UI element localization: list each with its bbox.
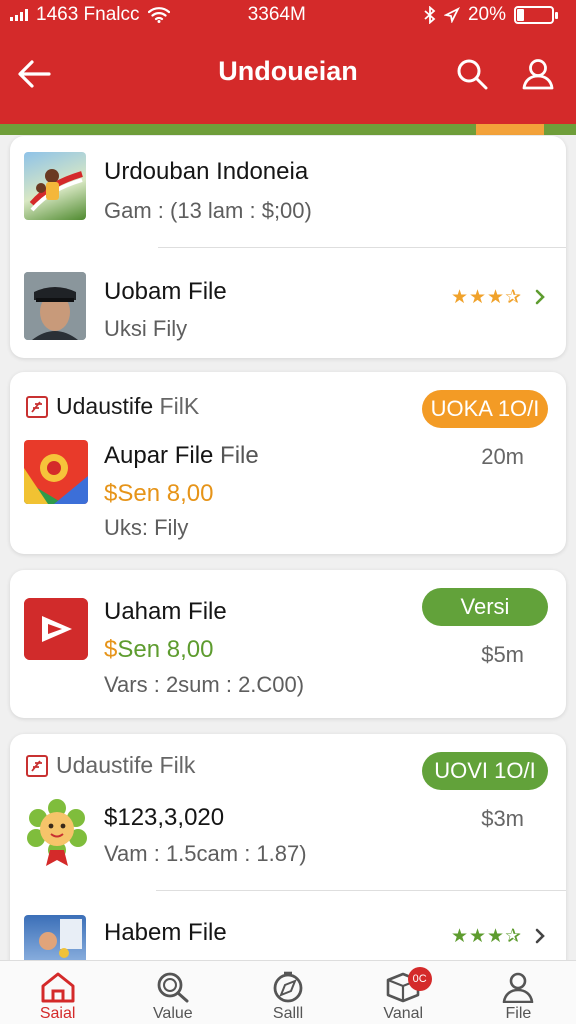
- app-bar: Undoueian: [0, 30, 576, 118]
- item-name: $123,3,020: [104, 804, 225, 831]
- rating-stars: ★★★✰: [450, 926, 522, 947]
- accent-strip: [0, 124, 576, 135]
- flag-icon: [26, 395, 48, 418]
- list-item[interactable]: Uobam File Uksi Fily ★★★✰: [10, 248, 566, 358]
- home-icon: [41, 972, 75, 1003]
- item-price: $Sen 8,00: [104, 636, 214, 663]
- search-button[interactable]: [454, 56, 490, 92]
- notification-badge: 0C: [407, 967, 432, 991]
- file-card-3[interactable]: Uaham File $Sen 8,00 Vars : 2sum : 2.C00…: [10, 570, 566, 718]
- bluetooth-icon: [424, 6, 436, 24]
- item-thumbnail: [26, 798, 88, 868]
- rating-stars: ★★★✰: [450, 287, 522, 308]
- item-name: Uaham File: [104, 598, 227, 625]
- arrow-left-icon: [18, 60, 51, 88]
- location-icon: [443, 7, 460, 23]
- item-thumbnail: [24, 440, 88, 504]
- wifi-icon: [147, 7, 170, 23]
- item-name: Uobam File: [104, 278, 227, 305]
- search-icon: [457, 59, 488, 90]
- item-price: $Sen 8,00: [104, 480, 214, 507]
- compass-icon: [273, 971, 303, 1003]
- flag-icon: [26, 754, 48, 777]
- tab-value[interactable]: Value: [115, 961, 230, 1024]
- status-badge: UOKA 1O/I: [422, 390, 548, 428]
- battery-icon: [514, 6, 558, 24]
- status-badge: UOVI 1O/I: [422, 752, 548, 790]
- item-name: Habem File: [104, 919, 227, 946]
- chevron-right-icon[interactable]: [532, 289, 548, 305]
- tab-label: File: [505, 1005, 532, 1022]
- section-title: Udaustife FilK: [26, 393, 199, 420]
- carrier-label: 1463 Fnalcc: [36, 4, 140, 25]
- user-icon: [503, 972, 534, 1003]
- list-item[interactable]: $123,3,020 Vam : 1.5cam : 1.87) $3m: [10, 790, 566, 890]
- app-header: 1463 Fnalcc 3364M 20% Undoueian: [0, 0, 576, 126]
- signal-icon: [10, 9, 28, 21]
- play-icon: [24, 598, 88, 660]
- chevron-right-icon[interactable]: [532, 928, 548, 944]
- bottom-tab-bar: Saial Value Salll 0C Vanal File: [0, 960, 576, 1024]
- section-title: Udaustife Filk: [26, 752, 195, 779]
- item-name: Aupar File File: [104, 442, 259, 469]
- status-bar: 1463 Fnalcc 3364M 20%: [0, 0, 576, 30]
- item-meta: $3m: [481, 806, 524, 831]
- tab-label: Value: [152, 1005, 193, 1022]
- user-icon: [522, 59, 554, 90]
- item-subtitle: Uksi Fily: [104, 316, 188, 341]
- item-subtitle: Uks: Fily: [104, 515, 189, 540]
- tab-label: Vanal: [383, 1005, 424, 1022]
- search-icon: [157, 972, 189, 1003]
- tab-label: Salll: [272, 1005, 304, 1022]
- tab-file[interactable]: File: [461, 961, 576, 1024]
- item-subtitle: Vars : 2sum : 2.C00): [104, 672, 305, 697]
- item-thumbnail: [24, 152, 86, 220]
- item-thumbnail: [24, 598, 88, 660]
- list-item[interactable]: Urdouban Indoneia Gam : (13 lam : $;00): [10, 136, 566, 248]
- item-thumbnail: [24, 272, 86, 340]
- tab-salll[interactable]: Salll: [230, 961, 345, 1024]
- item-meta: 20m: [481, 444, 524, 469]
- tab-saial[interactable]: Saial: [0, 961, 115, 1024]
- back-button[interactable]: [16, 56, 52, 92]
- tab-label: Saial: [39, 1005, 76, 1022]
- item-subtitle: Vam : 1.5cam : 1.87): [104, 841, 307, 866]
- status-time: 3364M: [247, 4, 306, 25]
- file-card-2[interactable]: Udaustife FilK UOKA 1O/I Aupar File File…: [10, 372, 566, 554]
- version-button[interactable]: Versi: [422, 588, 548, 626]
- item-name: Urdouban Indoneia: [104, 158, 309, 185]
- profile-button[interactable]: [520, 56, 556, 92]
- file-card-1: Urdouban Indoneia Gam : (13 lam : $;00) …: [10, 136, 566, 358]
- file-card-4: Udaustife Filk UOVI 1O/I $123,3,020 Vam …: [10, 734, 566, 974]
- tab-vanal[interactable]: 0C Vanal: [346, 961, 461, 1024]
- item-meta: $5m: [481, 642, 524, 667]
- item-subtitle: Gam : (13 lam : $;00): [104, 198, 312, 223]
- battery-percent: 20%: [467, 4, 506, 25]
